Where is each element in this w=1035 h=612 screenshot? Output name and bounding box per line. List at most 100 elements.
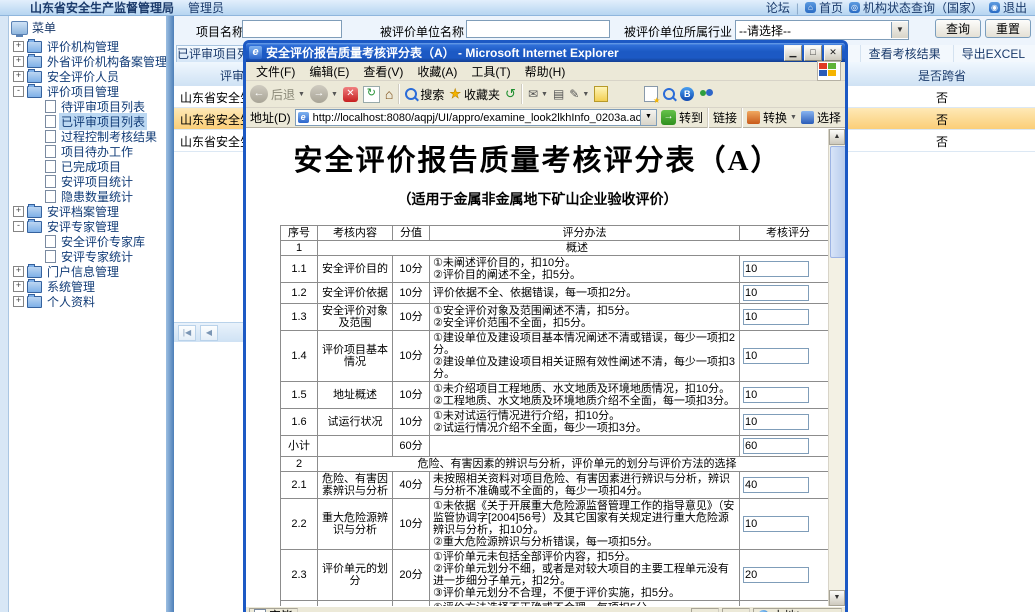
menu-tools[interactable]: 工具(T) (465, 62, 516, 81)
sidebar-item-隐患数量统计[interactable]: 隐患数量统计 (9, 189, 166, 204)
mail-button[interactable]: ✉▼ (528, 87, 548, 101)
tree-expander-icon[interactable]: + (13, 296, 24, 307)
favorites-page-button[interactable] (644, 86, 658, 102)
tree-expander-icon[interactable]: + (13, 266, 24, 277)
tree-expander-icon[interactable]: - (13, 86, 24, 97)
panel-splitter[interactable] (166, 16, 174, 612)
tree-expander-icon[interactable]: + (13, 281, 24, 292)
tree-expander-icon[interactable]: + (13, 56, 24, 67)
unit-name-input[interactable] (466, 20, 610, 38)
convert-button[interactable]: 转换 ▼ (747, 109, 797, 126)
printer-icon: ▤ (553, 87, 564, 101)
sidebar-item-安全评价人员[interactable]: +安全评价人员 (9, 69, 166, 84)
sidebar-item-安评专家管理[interactable]: -安评专家管理 (9, 219, 166, 234)
close-button[interactable]: ✕ (824, 45, 842, 61)
menu-help[interactable]: 帮助(H) (519, 62, 572, 81)
forward-button[interactable]: → ▼ (310, 85, 338, 103)
score-input[interactable] (743, 285, 809, 301)
convert-icon (747, 111, 760, 124)
score-input[interactable] (743, 309, 809, 325)
messenger-button[interactable] (699, 88, 715, 101)
scroll-down-icon[interactable]: ▼ (829, 590, 845, 606)
org-status-query-link[interactable]: ◎机构状态查询（国家） (849, 0, 983, 16)
export-excel-link[interactable]: 导出EXCEL (953, 45, 1033, 62)
score-input[interactable] (743, 261, 809, 277)
back-caret-icon: ▼ (298, 91, 305, 98)
project-name-input[interactable] (242, 20, 342, 38)
prev-page-button[interactable]: ◀ (200, 325, 218, 341)
chevron-down-icon: ▼ (891, 22, 908, 38)
column-header: 考核评分 (740, 226, 830, 241)
sidebar-item-系统管理[interactable]: +系统管理 (9, 279, 166, 294)
score-input[interactable] (743, 477, 809, 493)
first-page-button[interactable]: |◀ (178, 325, 196, 341)
score-row: 1.5地址概述10分①未介绍项目工程地质、水文地质及环境地质情况，扣10分。 ②… (281, 382, 830, 409)
select-button[interactable]: 选择 (801, 109, 841, 126)
view-assessment-link[interactable]: 查看考核结果 (860, 45, 949, 62)
score-row: 2.3评价单元的划分20分①评价单元未包括全部评价内容，扣5分。 ②评价单元划分… (281, 550, 830, 601)
query-button[interactable]: 查询 (935, 19, 981, 38)
score-table: 序号考核内容分值评分办法考核评分 1概述1.1安全评价目的10分①未阐述评价目的… (280, 225, 829, 606)
minimize-button[interactable]: ▁ (784, 45, 802, 61)
tree-expander-icon[interactable]: - (13, 221, 24, 232)
sidebar-item-安评专家统计[interactable]: 安评专家统计 (9, 249, 166, 264)
refresh-button[interactable]: ↻ (363, 86, 380, 103)
industry-select[interactable]: --请选择-- ▼ (735, 20, 909, 40)
go-button[interactable]: → 转到 (661, 109, 703, 126)
reset-button[interactable]: 重置 (985, 19, 1031, 38)
folder-icon (27, 281, 42, 293)
logout-link[interactable]: ◉退出 (989, 0, 1027, 16)
folder-icon (27, 296, 42, 308)
sidebar-item-过程控制考核结果[interactable]: 过程控制考核结果 (9, 129, 166, 144)
score-input[interactable] (743, 516, 809, 532)
history-button[interactable]: ↺ (505, 86, 516, 102)
sidebar-item-安评档案管理[interactable]: +安评档案管理 (9, 204, 166, 219)
home-link[interactable]: ⌂首页 (805, 0, 843, 16)
forum-link[interactable]: 论坛 (766, 0, 790, 16)
menu-view[interactable]: 查看(V) (357, 62, 409, 81)
links-button[interactable]: 链接 (713, 109, 737, 126)
favorites-button[interactable]: ★ 收藏夹 (449, 86, 500, 103)
ie-title-bar[interactable]: e 安全评价报告质量考核评分表（A） - Microsoft Internet … (246, 43, 845, 62)
sidebar-item-已完成项目[interactable]: 已完成项目 (9, 159, 166, 174)
scrollbar-thumb[interactable] (830, 146, 845, 258)
sidebar-item-外省评价机构备案管理[interactable]: +外省评价机构备案管理 (9, 54, 166, 69)
score-input[interactable] (743, 348, 809, 364)
sidebar-item-待评审项目列表[interactable]: 待评审项目列表 (9, 99, 166, 114)
tree-expander-icon[interactable]: + (13, 41, 24, 52)
maximize-button[interactable]: □ (804, 45, 822, 61)
sidebar-item-已评审项目列表[interactable]: 已评审项目列表 (9, 114, 166, 129)
address-input[interactable]: e http://localhost:8080/aqpj/UI/appro/ex… (295, 109, 657, 126)
search-button[interactable]: 搜索 (405, 86, 444, 103)
menu-edit[interactable]: 编辑(E) (303, 62, 355, 81)
score-input[interactable] (743, 387, 809, 403)
content-scrollbar[interactable]: ▲ ▼ (828, 129, 845, 606)
sidebar-item-项目待办工作[interactable]: 项目待办工作 (9, 144, 166, 159)
sidebar-item-安评项目统计[interactable]: 安评项目统计 (9, 174, 166, 189)
sidebar-scrollbar[interactable] (0, 16, 9, 612)
scroll-up-icon[interactable]: ▲ (829, 129, 845, 145)
tree-expander-icon[interactable]: + (13, 71, 24, 82)
research-button[interactable] (663, 88, 675, 100)
cross-province-value: 否 (849, 133, 1035, 150)
score-input[interactable] (743, 414, 809, 430)
score-input[interactable] (743, 438, 809, 454)
edit-button[interactable]: ✎▼ (569, 87, 589, 101)
home-button[interactable]: ⌂ (385, 87, 393, 101)
sidebar-item-评价项目管理[interactable]: -评价项目管理 (9, 84, 166, 99)
menu-favorites[interactable]: 收藏(A) (411, 62, 463, 81)
print-button[interactable]: ▤ (553, 87, 564, 101)
score-row: 小计60分 (281, 436, 830, 457)
tree-expander-icon[interactable]: + (13, 206, 24, 217)
discuss-button[interactable] (594, 86, 608, 102)
sidebar-item-门户信息管理[interactable]: +门户信息管理 (9, 264, 166, 279)
back-button[interactable]: ← 后退 ▼ (250, 85, 305, 103)
sidebar-item-个人资料[interactable]: +个人资料 (9, 294, 166, 309)
menu-file[interactable]: 文件(F) (250, 62, 301, 81)
bluetooth-button[interactable]: B (680, 87, 694, 101)
score-input[interactable] (743, 567, 809, 583)
sidebar-item-安全评价专家库[interactable]: 安全评价专家库 (9, 234, 166, 249)
address-dropdown-icon[interactable]: ▼ (640, 110, 656, 125)
stop-button[interactable]: ✕ (343, 87, 358, 102)
sidebar-item-评价机构管理[interactable]: +评价机构管理 (9, 39, 166, 54)
